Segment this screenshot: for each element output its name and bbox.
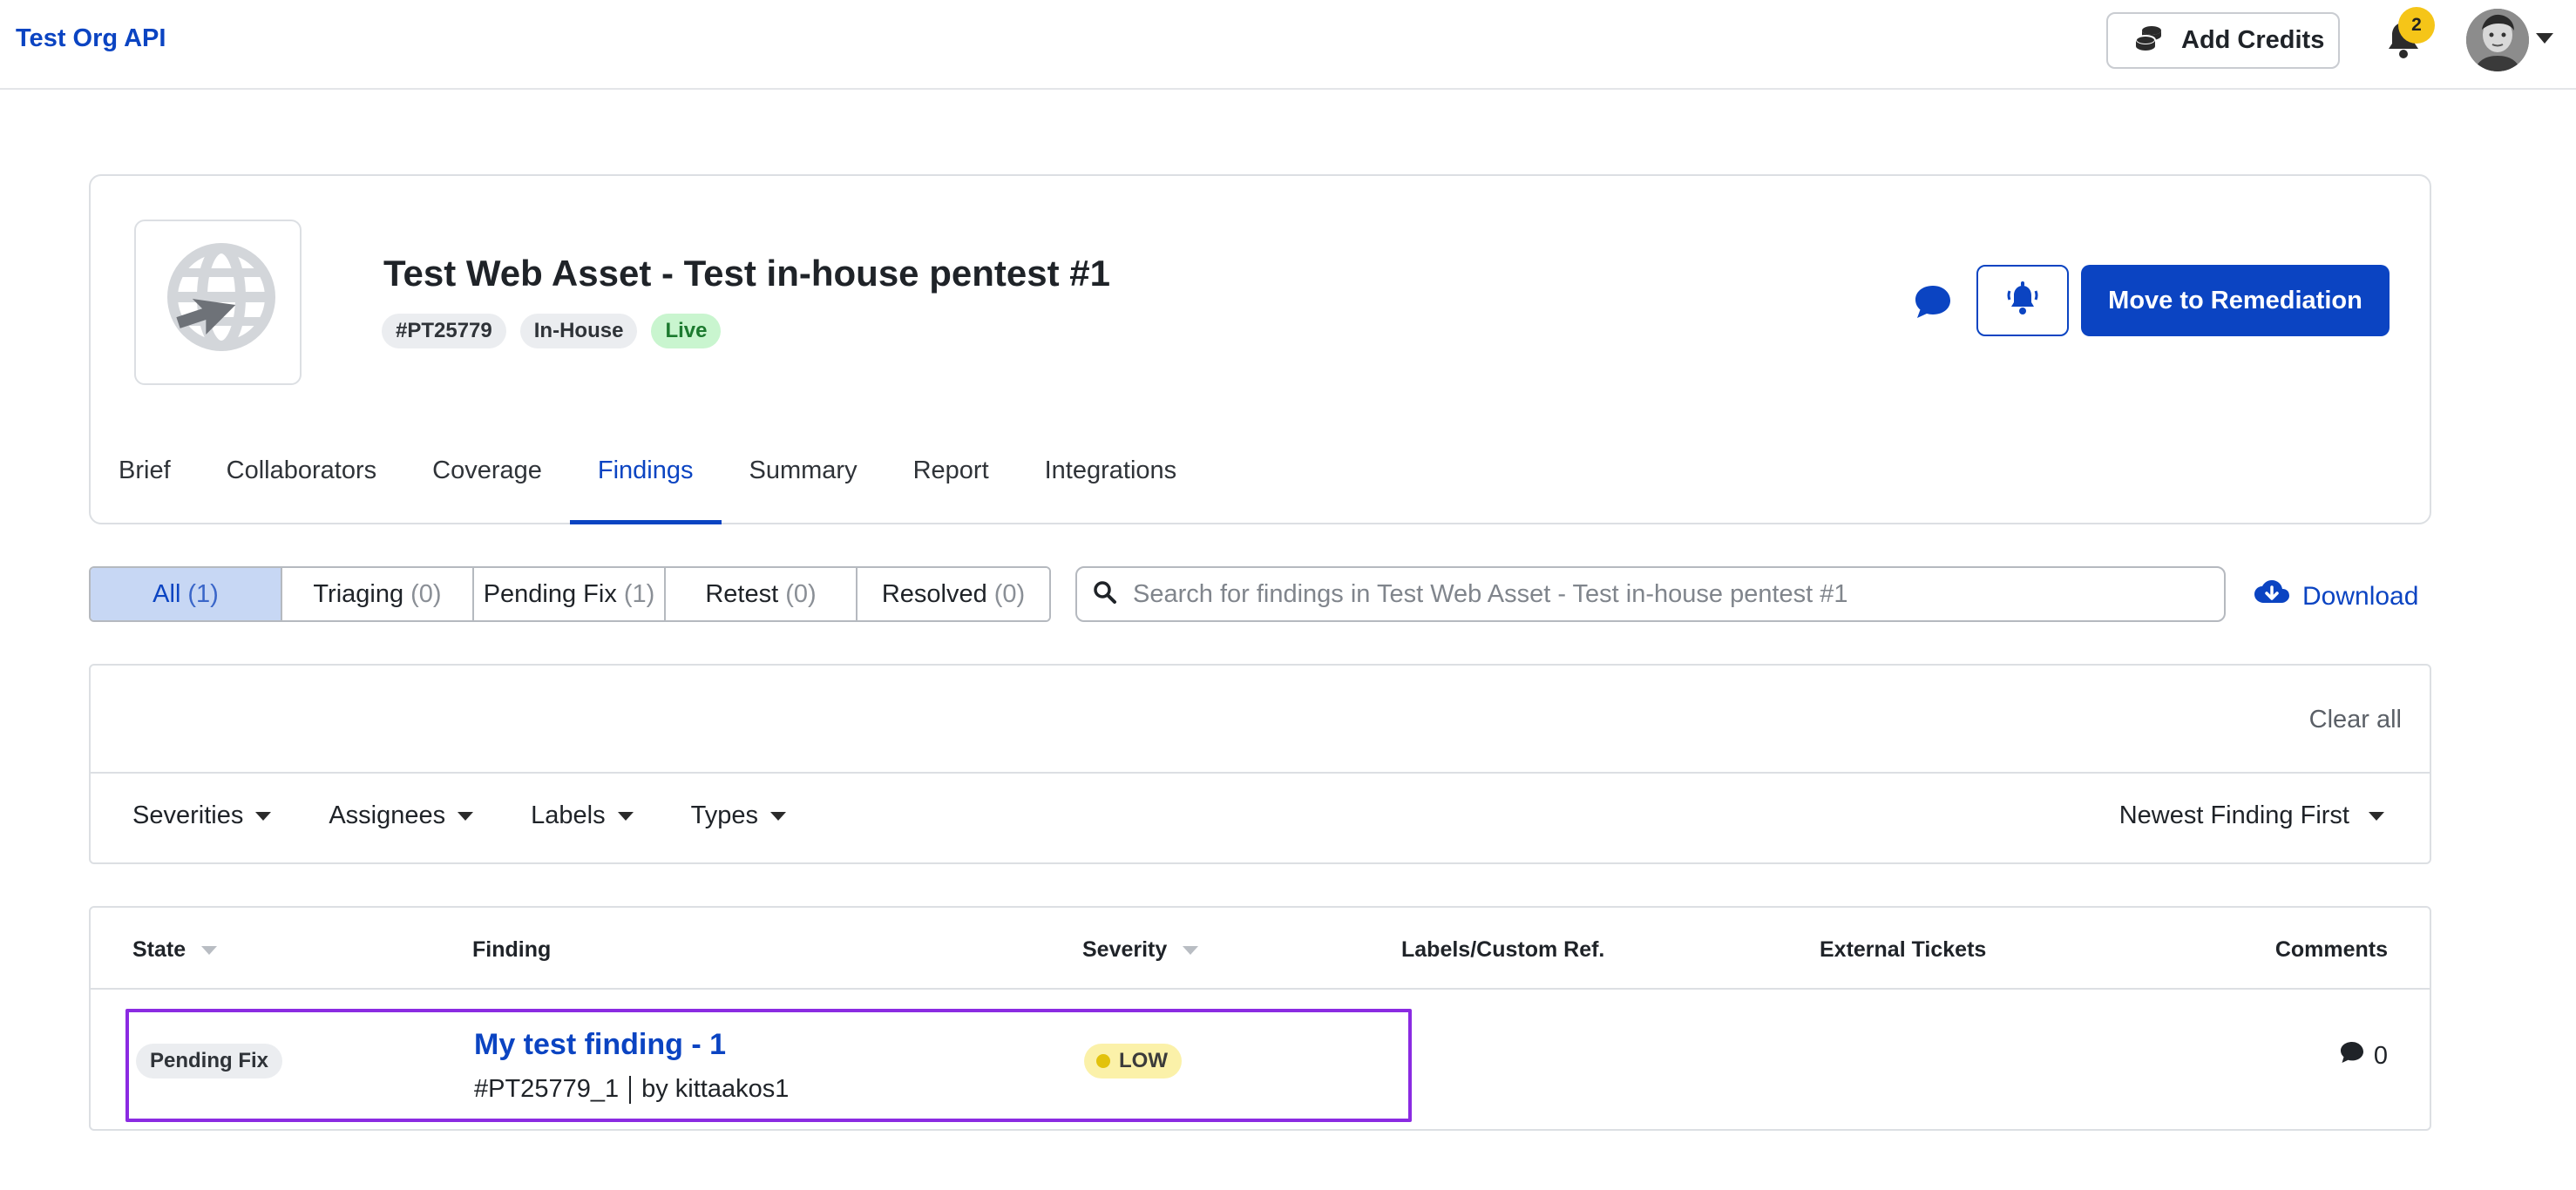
status-filter-count: (1) xyxy=(623,579,655,608)
user-avatar[interactable] xyxy=(2466,9,2529,71)
status-filter-label: All xyxy=(153,579,181,608)
status-filter-count: (1) xyxy=(187,579,219,608)
filter-dropdowns: Severities Assignees Labels Types xyxy=(132,801,786,830)
org-name-link[interactable]: Test Org API xyxy=(16,24,166,53)
page-title: Test Web Asset - Test in-house pentest #… xyxy=(383,253,1110,294)
finding-id: #PT25779_1 xyxy=(474,1075,620,1103)
download-button[interactable]: Download xyxy=(2254,578,2418,615)
column-label: Severity xyxy=(1082,937,1168,962)
caret-down-icon xyxy=(458,811,474,821)
status-filter-count: (0) xyxy=(785,579,817,608)
state-badge: Pending Fix xyxy=(136,1044,283,1078)
divider xyxy=(629,1075,632,1104)
table-row[interactable]: Pending Fix My test finding - 1 #PT25779… xyxy=(125,1009,1412,1122)
sort-dropdown[interactable]: Newest Finding First xyxy=(2119,801,2384,830)
column-label: Labels/Custom Ref. xyxy=(1401,937,1605,962)
sort-caret-icon xyxy=(1183,945,1199,955)
comments-count-value: 0 xyxy=(2373,1041,2388,1070)
status-filter-resolved[interactable]: Resolved (0) xyxy=(858,568,1049,620)
column-header-severity[interactable]: Severity xyxy=(1082,937,1199,963)
status-filter-retest[interactable]: Retest (0) xyxy=(666,568,858,620)
finding-title-link[interactable]: My test finding - 1 xyxy=(474,1028,726,1062)
finding-status-filter: All (1) Triaging (0) Pending Fix (1) Ret… xyxy=(89,566,1051,622)
web-asset-icon xyxy=(134,220,302,385)
cloud-download-icon xyxy=(2254,578,2290,615)
status-filter-pending-fix[interactable]: Pending Fix (1) xyxy=(474,568,666,620)
column-label: External Tickets xyxy=(1820,937,1987,962)
findings-table: State Finding Severity Labels/Custom Ref… xyxy=(89,906,2431,1131)
status-filter-all[interactable]: All (1) xyxy=(91,568,282,620)
caret-down-icon xyxy=(769,811,786,821)
status-filter-triaging[interactable]: Triaging (0) xyxy=(282,568,474,620)
pentest-tags: #PT25779 In-House Live xyxy=(382,314,722,348)
severity-badge: LOW xyxy=(1084,1044,1182,1078)
pentest-tabs: Brief Collaborators Coverage Findings Su… xyxy=(91,430,1204,524)
notification-count-badge: 2 xyxy=(2398,7,2435,44)
add-credits-button[interactable]: Add Credits xyxy=(2106,12,2340,69)
tab-collaborators[interactable]: Collaborators xyxy=(199,430,404,524)
top-bar: Test Org API Add Credits 2 xyxy=(0,0,2576,90)
pentest-status-tag: Live xyxy=(651,314,722,348)
account-menu-chevron-icon[interactable] xyxy=(2536,33,2553,44)
caret-down-icon xyxy=(617,811,634,821)
column-label: Comments xyxy=(2274,937,2388,962)
tab-report[interactable]: Report xyxy=(885,430,1017,524)
filters-panel: Clear all Severities Assignees Labels Ty… xyxy=(89,664,2431,864)
move-to-remediation-button[interactable]: Move to Remediation xyxy=(2081,265,2390,336)
status-filter-count: (0) xyxy=(993,579,1026,608)
search-input[interactable] xyxy=(1133,579,2196,609)
download-label: Download xyxy=(2302,582,2419,611)
column-header-external-tickets: External Tickets xyxy=(1820,937,1986,963)
severity-dot-icon xyxy=(1096,1054,1110,1068)
dropdown-label: Severities xyxy=(132,801,244,829)
caret-down-icon xyxy=(2369,811,2384,821)
coins-icon xyxy=(2134,24,2164,57)
status-filter-label: Triaging xyxy=(313,579,404,608)
finding-author: by kittaakos1 xyxy=(641,1075,790,1103)
column-label: State xyxy=(132,937,186,962)
sort-caret-icon xyxy=(201,945,218,955)
severity-label: LOW xyxy=(1119,1049,1168,1072)
status-filter-label: Retest xyxy=(705,579,779,608)
dropdown-label: Types xyxy=(690,801,758,829)
finding-meta: #PT25779_1 by kittaakos1 xyxy=(474,1075,789,1104)
caret-down-icon xyxy=(255,811,272,821)
pentest-id-tag: #PT25779 xyxy=(382,314,506,348)
table-header: State Finding Severity Labels/Custom Ref… xyxy=(91,908,2430,990)
add-credits-label: Add Credits xyxy=(2181,26,2325,54)
types-dropdown[interactable]: Types xyxy=(691,801,786,830)
labels-dropdown[interactable]: Labels xyxy=(531,801,634,830)
status-filter-label: Pending Fix xyxy=(483,579,617,608)
divider xyxy=(91,772,2430,774)
column-header-state[interactable]: State xyxy=(132,937,218,963)
search-icon xyxy=(1093,580,1117,609)
column-header-comments: Comments xyxy=(2275,937,2388,963)
comments-count[interactable]: 0 xyxy=(2339,1040,2388,1072)
severities-dropdown[interactable]: Severities xyxy=(132,801,272,830)
tab-integrations[interactable]: Integrations xyxy=(1017,430,1205,524)
clear-all-button[interactable]: Clear all xyxy=(2309,706,2402,734)
dropdown-label: Labels xyxy=(531,801,606,829)
dropdown-label: Assignees xyxy=(329,801,446,829)
findings-search xyxy=(1075,566,2226,622)
status-filter-count: (0) xyxy=(410,579,442,608)
chat-bubble-icon[interactable] xyxy=(1912,282,1954,321)
tab-findings[interactable]: Findings xyxy=(569,430,722,524)
status-filter-label: Resolved xyxy=(881,579,987,608)
tab-coverage[interactable]: Coverage xyxy=(404,430,570,524)
sort-label: Newest Finding First xyxy=(2118,801,2349,829)
pentest-type-tag: In-House xyxy=(519,314,638,348)
comment-bubble-icon xyxy=(2339,1040,2365,1072)
tab-brief[interactable]: Brief xyxy=(91,430,199,524)
column-header-finding: Finding xyxy=(472,937,551,963)
assignees-dropdown[interactable]: Assignees xyxy=(329,801,474,830)
column-header-labels: Labels/Custom Ref. xyxy=(1401,937,1604,963)
pentest-header-card: Test Web Asset - Test in-house pentest #… xyxy=(89,174,2431,524)
subscribe-notifications-button[interactable] xyxy=(1976,265,2069,336)
column-label: Finding xyxy=(472,937,552,962)
bell-ringing-icon xyxy=(2005,281,2040,321)
tab-summary[interactable]: Summary xyxy=(722,430,885,524)
